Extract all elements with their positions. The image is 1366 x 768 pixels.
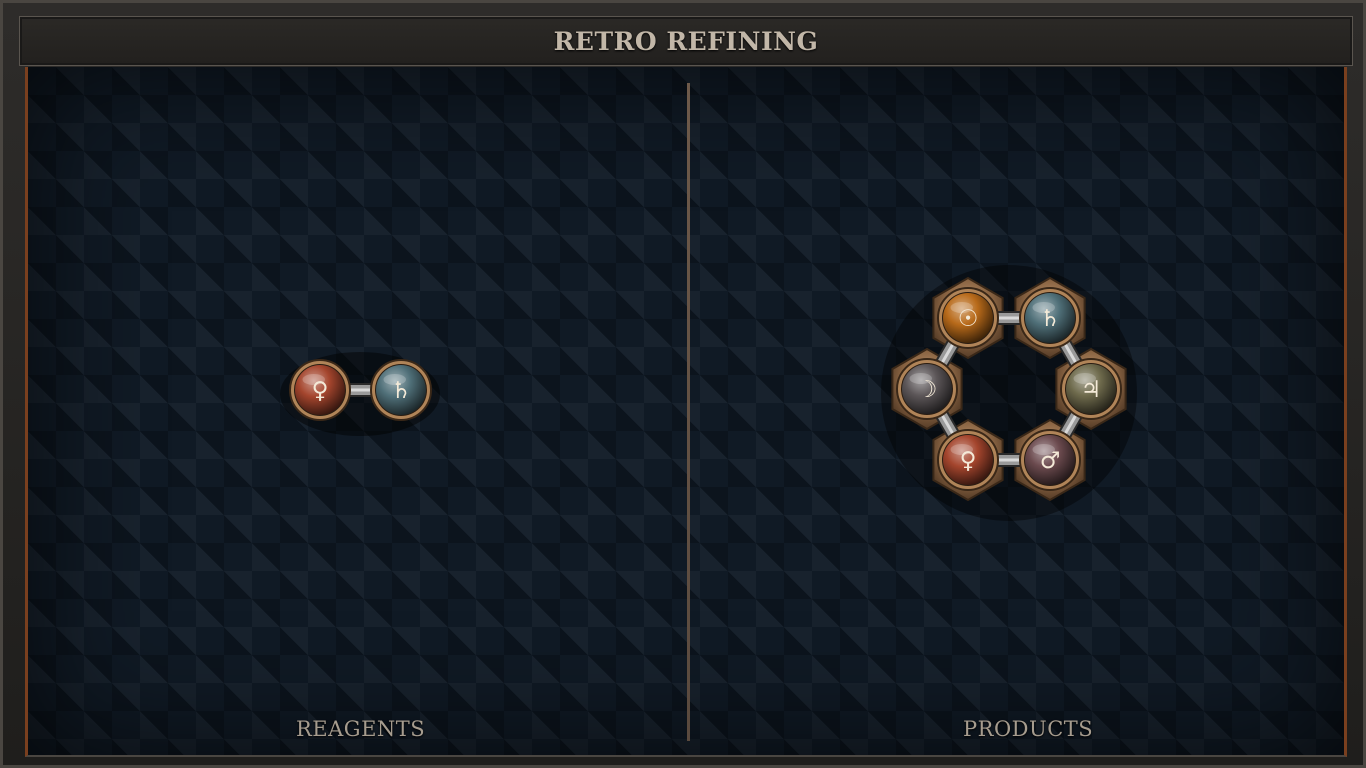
mars-orb[interactable]: ♂ (1019, 429, 1081, 492)
saturn-orb[interactable]: ♄ (370, 359, 432, 421)
reagents-molecule[interactable]: ♀ ♄ (280, 352, 440, 436)
jupiter-symbol: ♃ (1081, 377, 1102, 403)
saturn-orb[interactable]: ♄ (1019, 286, 1081, 349)
jupiter-orb[interactable]: ♃ (1060, 358, 1122, 420)
venus-symbol: ♀ (960, 448, 977, 474)
molecule-layer: ♀ ♄ ☉ ♄♃♂♀☽ (280, 265, 1137, 521)
saturn-symbol: ♄ (391, 378, 412, 404)
mars-symbol: ♂ (1040, 448, 1061, 474)
products-molecule[interactable]: ☉ ♄ ♃ ♂ ♀ ☽ (881, 265, 1137, 521)
moon-symbol: ☽ (917, 377, 938, 403)
sun-orb[interactable]: ☉ (937, 286, 999, 349)
venus-orb[interactable]: ♀ (937, 429, 999, 492)
venus-symbol: ♀ (312, 378, 329, 404)
sun-symbol: ☉ (958, 306, 979, 332)
game-window: RETRO REFINING REAGENTS PRODUCTS ♀ ♄ ☉ ♄ ♃ ♂… (0, 0, 1366, 768)
venus-orb[interactable]: ♀ (289, 359, 351, 421)
saturn-symbol: ♄ (1040, 306, 1061, 332)
moon-orb[interactable]: ☽ (896, 358, 958, 420)
